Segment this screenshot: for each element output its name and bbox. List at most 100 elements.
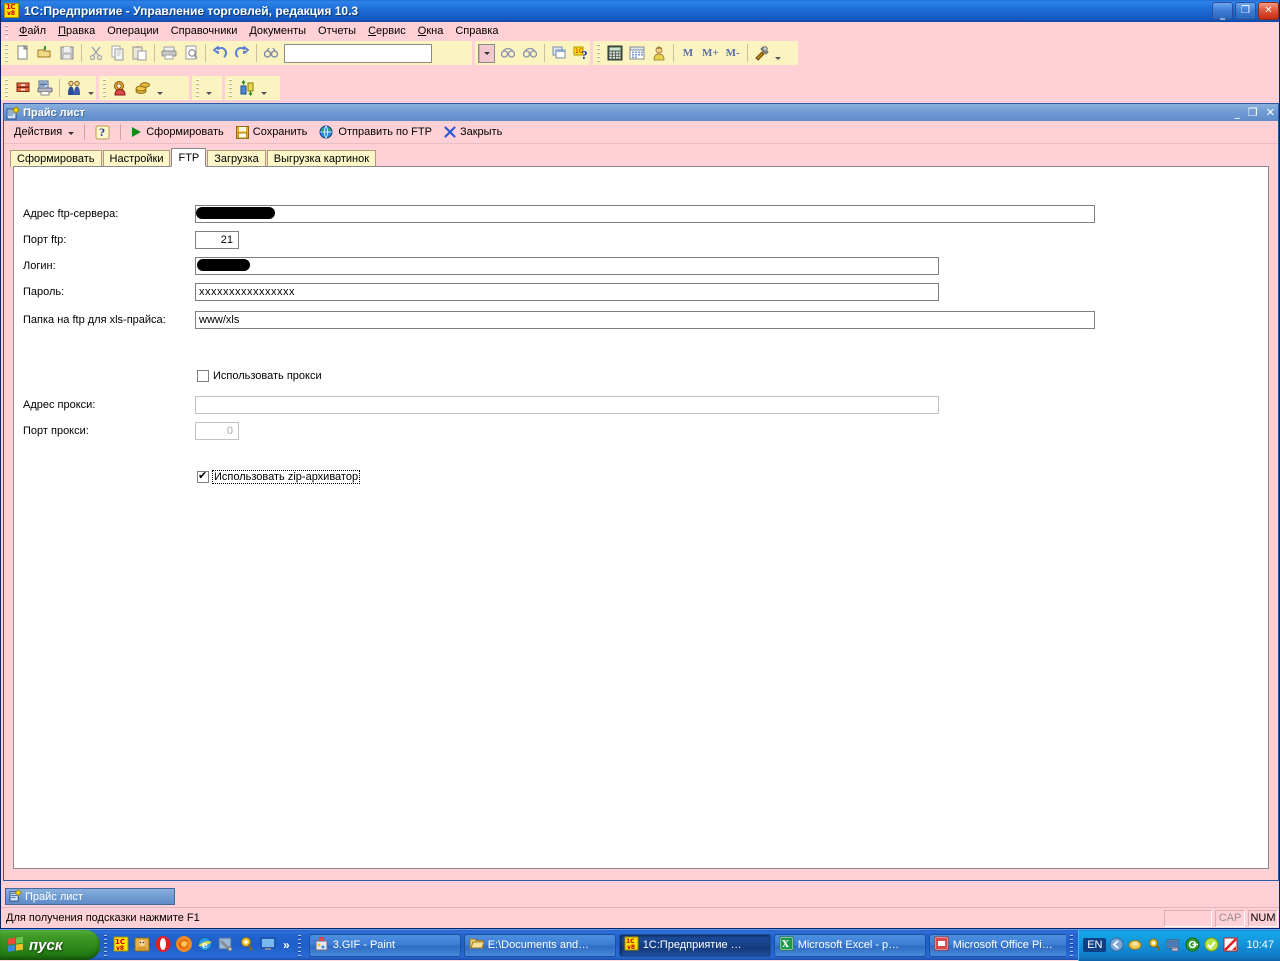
opera-browser-icon[interactable] xyxy=(154,935,174,955)
calculator-icon[interactable] xyxy=(604,42,626,64)
save-button[interactable]: Сохранить xyxy=(230,123,314,142)
toolbar-gripper[interactable] xyxy=(596,44,602,62)
redo-icon[interactable] xyxy=(231,42,253,64)
open-folder-icon[interactable] xyxy=(34,42,56,64)
child-close-button[interactable]: ✕ xyxy=(1266,107,1275,118)
user-info-icon[interactable] xyxy=(648,42,670,64)
print-preview-icon[interactable] xyxy=(180,42,202,64)
network-connection-icon[interactable] xyxy=(1166,937,1182,953)
update-red-icon[interactable] xyxy=(1223,937,1239,953)
paste-icon[interactable] xyxy=(129,42,151,64)
contractors-people-icon[interactable] xyxy=(63,77,85,99)
task-picture-manager[interactable]: Microsoft Office Pi… xyxy=(929,934,1067,957)
shield-yellow-icon[interactable] xyxy=(1204,937,1220,953)
help-button[interactable]: ? xyxy=(89,123,116,142)
safely-remove-icon[interactable] xyxy=(1109,937,1125,953)
print-icon[interactable] xyxy=(158,42,180,64)
menu-documents[interactable]: Документы xyxy=(243,24,312,38)
systray-gripper[interactable] xyxy=(1068,933,1076,957)
actions-menu-button[interactable]: Действия xyxy=(8,123,80,142)
child-restore-button[interactable]: ❐ xyxy=(1248,107,1258,118)
use-zip-row[interactable]: Использовать zip-архиватор xyxy=(197,471,359,483)
memory-add-button[interactable]: M+ xyxy=(699,42,722,64)
send-ftp-button[interactable]: Отправить по FTP xyxy=(313,123,438,142)
catalog-drawer-icon[interactable] xyxy=(12,77,34,99)
tools-config-icon[interactable] xyxy=(217,935,237,955)
save-disk-icon[interactable] xyxy=(56,42,78,64)
tab-generate[interactable]: Сформировать xyxy=(10,150,102,167)
coins-money-icon[interactable] xyxy=(132,77,154,99)
find-previous-icon[interactable] xyxy=(497,42,519,64)
exchange-arrows-icon[interactable] xyxy=(236,77,258,99)
ftp-login-input[interactable] xyxy=(195,257,939,275)
windows-cascade-icon[interactable] xyxy=(548,42,570,64)
calendar-icon[interactable] xyxy=(626,42,648,64)
undo-icon[interactable] xyxy=(209,42,231,64)
toolbar-combo[interactable] xyxy=(478,44,495,63)
toolbar-gripper[interactable] xyxy=(228,79,234,97)
ftp-server-address-input[interactable] xyxy=(195,205,1095,223)
start-button[interactable]: пуск xyxy=(0,930,100,960)
quicklaunch-overflow-button[interactable]: » xyxy=(279,938,294,952)
toolbar-gripper[interactable] xyxy=(195,79,201,97)
restore-button[interactable]: ❐ xyxy=(1235,2,1256,20)
task-excel[interactable]: X Microsoft Excel - p… xyxy=(774,934,926,957)
tab-upload[interactable]: Загрузка xyxy=(207,150,265,167)
close-button[interactable]: ✕ xyxy=(1258,2,1279,20)
menu-service[interactable]: Сервис xyxy=(362,24,412,38)
copy-icon[interactable] xyxy=(107,42,129,64)
tab-export-images[interactable]: Выгрузка картинок xyxy=(267,150,376,167)
tab-settings[interactable]: Настройки xyxy=(103,150,171,167)
generate-button[interactable]: Сформировать xyxy=(125,123,230,142)
proxy-port-input[interactable]: 0 xyxy=(195,422,239,440)
menu-edit[interactable]: Правка xyxy=(52,24,101,38)
task-1c[interactable]: 1Cv8 1С:Предприятие … xyxy=(619,934,771,957)
use-proxy-row[interactable]: Использовать прокси xyxy=(197,370,322,382)
proxy-address-input[interactable] xyxy=(195,396,939,414)
task-explorer[interactable]: E:\Documents and… xyxy=(464,934,616,957)
menu-gripper[interactable] xyxy=(3,24,10,38)
volume-icon[interactable] xyxy=(1128,937,1144,953)
use-zip-checkbox[interactable] xyxy=(197,471,209,483)
minimize-button[interactable]: _ xyxy=(1212,2,1233,20)
reports-printer-icon[interactable] xyxy=(34,77,56,99)
tasklist-gripper[interactable] xyxy=(296,933,304,957)
antivirus-green-icon[interactable] xyxy=(1185,937,1201,953)
search-input-wrapper[interactable] xyxy=(284,44,432,63)
menu-operations[interactable]: Операции xyxy=(101,24,164,38)
chevron-down-icon[interactable] xyxy=(203,77,214,99)
memory-subtract-button[interactable]: M- xyxy=(722,42,744,64)
firefox-browser-icon[interactable] xyxy=(175,935,195,955)
menu-help[interactable]: Справка xyxy=(449,24,504,38)
ftp-port-input[interactable]: 21 xyxy=(195,231,239,249)
show-desktop-icon[interactable] xyxy=(259,935,279,955)
use-proxy-checkbox[interactable] xyxy=(197,370,209,382)
chevron-down-icon[interactable] xyxy=(479,45,494,62)
menu-reports[interactable]: Отчеты xyxy=(312,24,362,38)
menu-file[interactable]: Файл xyxy=(13,24,52,38)
toolbar-gripper[interactable] xyxy=(4,79,10,97)
cash-register-icon[interactable] xyxy=(110,77,132,99)
taskbar-clock[interactable]: 10:47 xyxy=(1246,939,1274,951)
find-next-icon[interactable] xyxy=(519,42,541,64)
menu-windows[interactable]: Окна xyxy=(412,24,450,38)
toolbar-gripper[interactable] xyxy=(102,79,108,97)
winamp-icon[interactable] xyxy=(238,935,258,955)
task-paint[interactable]: 3.GIF - Paint xyxy=(309,934,461,957)
chevron-down-icon[interactable] xyxy=(258,77,269,99)
quicklaunch-gripper[interactable] xyxy=(102,933,110,957)
new-document-icon[interactable] xyxy=(12,42,34,64)
cut-scissors-icon[interactable] xyxy=(85,42,107,64)
tab-ftp[interactable]: FTP xyxy=(171,148,206,167)
1c-config-icon[interactable] xyxy=(133,935,153,955)
toolbar-gripper[interactable] xyxy=(4,44,10,62)
mdi-task-price-list[interactable]: Прайс лист xyxy=(5,888,175,905)
chevron-down-icon[interactable] xyxy=(85,77,96,99)
child-minimize-button[interactable]: _ xyxy=(1234,107,1240,118)
help-1c-icon[interactable]: 1C? xyxy=(570,42,592,64)
internet-explorer-icon[interactable]: e xyxy=(196,935,216,955)
menu-catalogs[interactable]: Справочники xyxy=(165,24,244,38)
tools-hammer-wrench-icon[interactable] xyxy=(751,42,773,64)
language-indicator[interactable]: EN xyxy=(1083,938,1106,952)
chevron-down-icon[interactable] xyxy=(154,77,165,99)
